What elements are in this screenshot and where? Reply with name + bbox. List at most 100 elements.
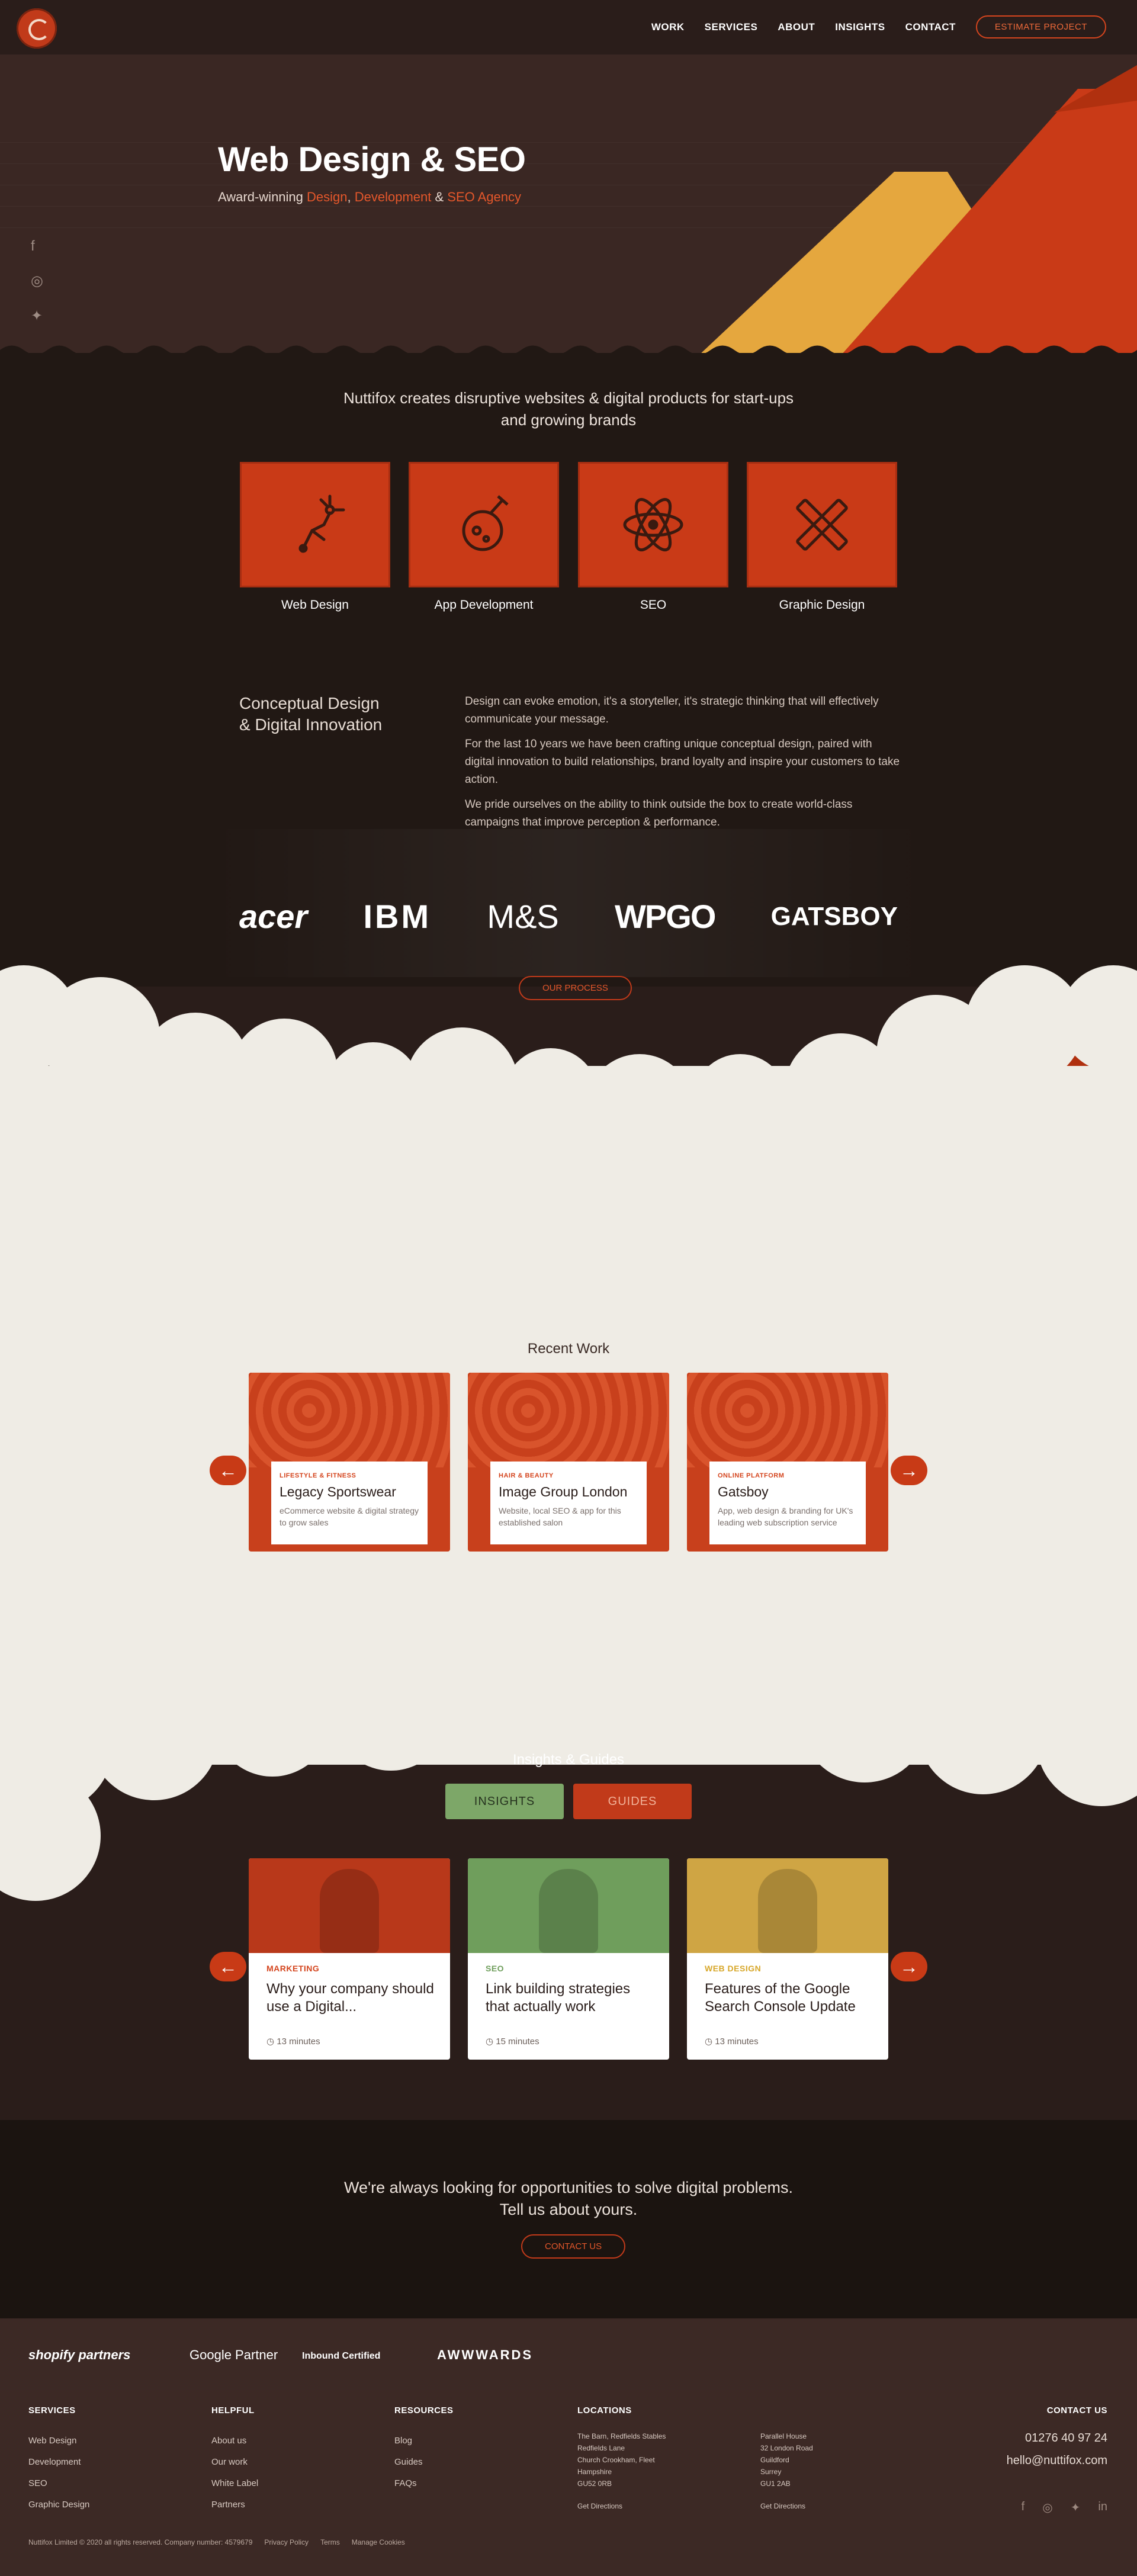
- hero-title: Web Design & SEO: [218, 140, 526, 179]
- footer-services-links: Web Design Development SEO Graphic Desig…: [28, 2430, 89, 2516]
- footer-resources-title: RESOURCES: [394, 2405, 454, 2416]
- tab-guides[interactable]: GUIDES: [573, 1784, 692, 1819]
- footer-link[interactable]: Our work: [211, 2452, 258, 2473]
- hero-subtitle: Award-winning Design, Development & SEO …: [218, 189, 522, 204]
- work-card[interactable]: ONLINE PLATFORM Gatsboy App, web design …: [687, 1373, 888, 1552]
- facebook-icon[interactable]: f: [1022, 2500, 1025, 2515]
- footer-link[interactable]: Guides: [394, 2452, 423, 2473]
- estimate-project-button[interactable]: ESTIMATE PROJECT: [975, 15, 1106, 38]
- footer-helpful-title: HELPFUL: [211, 2405, 255, 2416]
- linkedin-icon[interactable]: in: [1098, 2500, 1107, 2515]
- work-card[interactable]: LIFESTYLE & FITNESS Legacy Sportswear eC…: [249, 1373, 450, 1552]
- work-category: LIFESTYLE & FITNESS: [280, 1472, 356, 1479]
- nav-contact[interactable]: CONTACT: [905, 21, 956, 33]
- get-directions-link[interactable]: Get Directions: [760, 2500, 813, 2512]
- clock-icon: ◷: [266, 2037, 277, 2047]
- main-nav: WORK SERVICES ABOUT INSIGHTS CONTACT EST…: [651, 15, 1106, 38]
- facebook-icon[interactable]: f: [31, 238, 43, 255]
- work-description: Website, local SEO & app for this establ…: [499, 1506, 621, 1527]
- pen-tool-icon: [298, 494, 345, 553]
- google-partner-badge: Google Partner: [190, 2347, 278, 2362]
- service-card-graphic-design[interactable]: [747, 462, 897, 587]
- read-time: ◷ 15 minutes: [486, 2037, 539, 2047]
- work-title: Image Group London: [499, 1484, 628, 1499]
- read-time: ◷ 13 minutes: [266, 2037, 320, 2047]
- service-card-app-development[interactable]: [409, 462, 559, 587]
- cta-text: We're always looking for opportunities t…: [343, 2179, 794, 2218]
- footer-link[interactable]: Development: [28, 2452, 89, 2473]
- posts-next-arrow-icon[interactable]: →: [891, 1952, 927, 1981]
- post-card[interactable]: WEB DESIGN Features of the Google Search…: [687, 1858, 888, 2060]
- footer-link[interactable]: White Label: [211, 2473, 258, 2494]
- footer-link[interactable]: Graphic Design: [28, 2494, 89, 2516]
- concept-heading: Conceptual Design & Digital Innovation: [239, 694, 383, 734]
- work-category: ONLINE PLATFORM: [718, 1472, 785, 1479]
- work-next-arrow-icon[interactable]: →: [891, 1456, 927, 1485]
- posts-prev-arrow-icon[interactable]: ←: [210, 1952, 246, 1981]
- footer-locations-title: LOCATIONS: [577, 2405, 632, 2416]
- footer-link[interactable]: Blog: [394, 2430, 423, 2452]
- atom-icon: [623, 497, 683, 552]
- terms-link[interactable]: Terms: [320, 2538, 340, 2546]
- footer-phone[interactable]: 01276 40 97 24: [1025, 2432, 1107, 2445]
- nav-services[interactable]: SERVICES: [705, 21, 758, 33]
- nav-insights[interactable]: INSIGHTS: [835, 21, 885, 33]
- client-logo-ms: M&S: [487, 898, 559, 935]
- service-card-seo[interactable]: [578, 462, 728, 587]
- footer-link[interactable]: Partners: [211, 2494, 258, 2516]
- footer-social-links: f ◎ ✦ in: [1022, 2500, 1107, 2515]
- work-card[interactable]: HAIR & BEAUTY Image Group London Website…: [468, 1373, 669, 1552]
- work-description: App, web design & branding for UK's lead…: [718, 1506, 853, 1527]
- privacy-policy-link[interactable]: Privacy Policy: [264, 2538, 309, 2546]
- concept-body: Design can evoke emotion, it's a storyte…: [465, 695, 900, 828]
- hero-mountains-illustration: [699, 65, 1137, 355]
- flask-icon: [462, 495, 509, 551]
- get-directions-link[interactable]: Get Directions: [577, 2500, 666, 2512]
- awwwards-badge: AWWWARDS: [437, 2347, 534, 2362]
- author-photo: [249, 1858, 450, 1953]
- pencil-ruler-icon: [796, 499, 848, 551]
- work-title: Gatsboy: [718, 1484, 769, 1499]
- instagram-icon[interactable]: ◎: [31, 272, 43, 290]
- work-description: eCommerce website & digital strategy to …: [280, 1506, 419, 1527]
- footer-resources-links: Blog Guides FAQs: [394, 2430, 423, 2494]
- footer-services-title: SERVICES: [28, 2405, 76, 2416]
- location-guildford: Parallel House 32 London Road Guildford Sur…: [760, 2430, 813, 2512]
- nav-about[interactable]: ABOUT: [778, 21, 815, 33]
- footer-link[interactable]: About us: [211, 2430, 258, 2452]
- post-category: SEO: [486, 1964, 505, 1973]
- author-photo: [687, 1858, 888, 1953]
- manage-cookies-link[interactable]: Manage Cookies: [352, 2538, 405, 2546]
- service-label: Graphic Design: [779, 598, 865, 612]
- service-label: Web Design: [281, 598, 349, 612]
- twitter-icon[interactable]: ✦: [31, 307, 43, 325]
- post-title: Link building strategies that actually w…: [486, 1981, 631, 2015]
- client-logo-gatsboy: GATSBOY: [770, 901, 898, 931]
- nav-work[interactable]: WORK: [651, 21, 685, 33]
- author-photo: [468, 1858, 669, 1953]
- clock-icon: ◷: [486, 2037, 496, 2047]
- location-fleet: The Barn, Redfields Stables Redfields Lan…: [577, 2430, 666, 2512]
- copyright-text: Nuttifox Limited © 2020 all rights reser…: [28, 2538, 253, 2546]
- post-card[interactable]: SEO Link building strategies that actual…: [468, 1858, 669, 2060]
- post-category: WEB DESIGN: [705, 1964, 762, 1973]
- recent-work-heading: Recent Work: [527, 1341, 610, 1357]
- instagram-icon[interactable]: ◎: [1042, 2500, 1052, 2515]
- twitter-icon[interactable]: ✦: [1071, 2500, 1081, 2515]
- work-prev-arrow-icon[interactable]: ←: [210, 1456, 246, 1485]
- service-card-web-design[interactable]: [240, 462, 390, 587]
- footer-link[interactable]: SEO: [28, 2473, 89, 2494]
- footer-email[interactable]: hello@nuttifox.com: [1007, 2454, 1107, 2468]
- service-label: App Development: [434, 598, 534, 612]
- contact-us-button[interactable]: CONTACT US: [521, 2234, 626, 2259]
- insights-heading: Insights & Guides: [512, 1752, 625, 1768]
- client-logo-acer: acer: [239, 898, 308, 935]
- client-logo-ibm: IBM: [363, 898, 432, 935]
- post-card[interactable]: MARKETING Why your company should use a …: [249, 1858, 450, 2060]
- footer-link[interactable]: Web Design: [28, 2430, 89, 2452]
- footer-helpful-links: About us Our work White Label Partners: [211, 2430, 258, 2516]
- footer-link[interactable]: FAQs: [394, 2473, 423, 2494]
- tab-insights[interactable]: INSIGHTS: [445, 1784, 564, 1819]
- nuttifox-logo[interactable]: [17, 8, 57, 49]
- work-category: HAIR & BEAUTY: [499, 1472, 554, 1479]
